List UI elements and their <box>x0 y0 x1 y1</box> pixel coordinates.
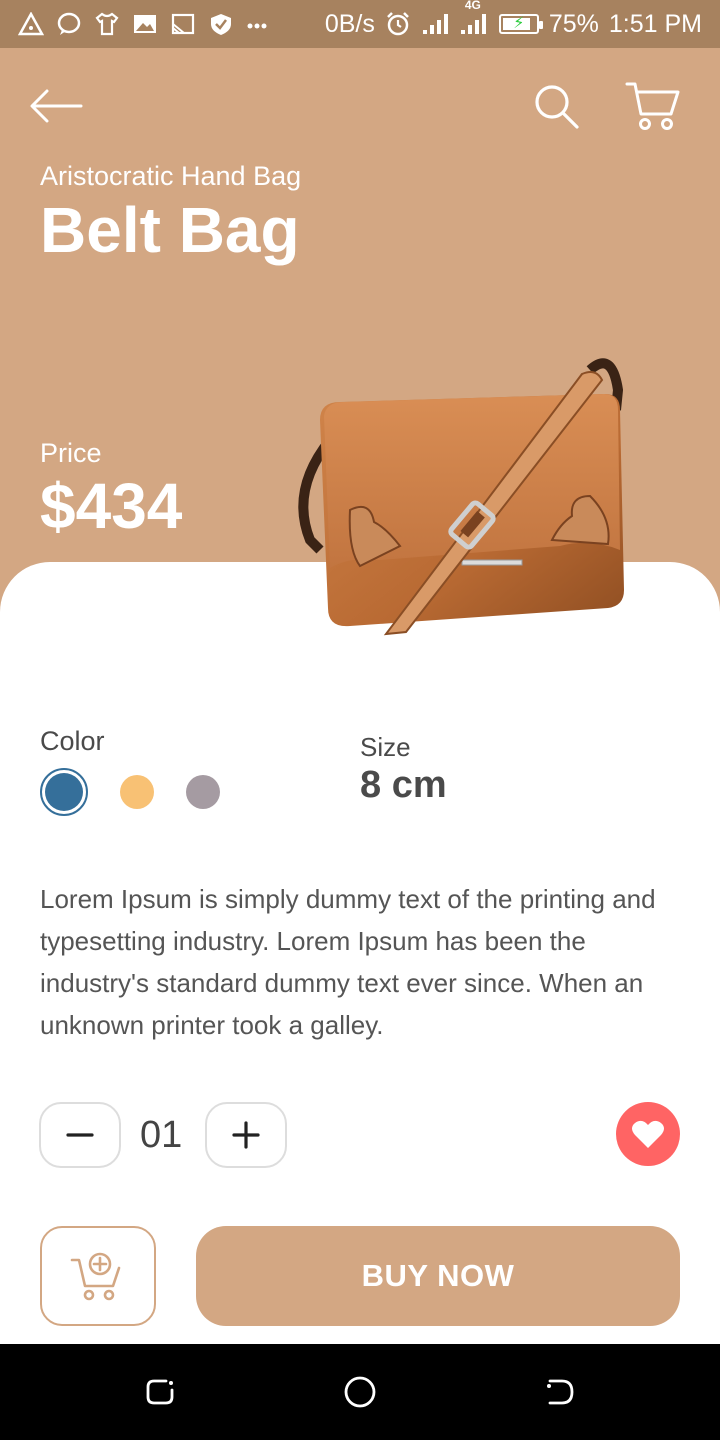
clock: 1:51 PM <box>608 9 702 38</box>
search-icon <box>535 85 579 129</box>
size-label: Size <box>360 732 411 762</box>
back-arrow-icon <box>30 89 83 123</box>
notification-icons <box>18 12 268 36</box>
battery-level: 75% <box>548 9 599 38</box>
alert-triangle-icon <box>18 12 44 36</box>
buy-now-button[interactable]: BUY NOW <box>196 1226 680 1326</box>
recent-apps-icon <box>146 1379 174 1405</box>
tshirt-icon <box>95 12 119 36</box>
home-icon <box>344 1376 376 1408</box>
recent-apps-button[interactable] <box>140 1372 180 1412</box>
product-title: Belt Bag <box>40 194 300 266</box>
minus-icon <box>66 1133 94 1137</box>
size-value: 8 cm <box>360 764 447 806</box>
cart-icon <box>625 82 680 130</box>
home-button[interactable] <box>340 1372 380 1412</box>
favorite-button[interactable] <box>616 1102 680 1166</box>
search-button[interactable] <box>526 76 586 136</box>
leather-bag-image <box>298 358 624 636</box>
product-price: $434 <box>40 470 183 542</box>
back-icon <box>547 1379 574 1405</box>
net-speed: 0B/s <box>324 9 375 38</box>
color-swatch-blue-dot <box>45 773 83 811</box>
cast-icon <box>171 13 195 35</box>
quantity-increase-button[interactable] <box>205 1102 287 1168</box>
system-status: 0B/s 4G ⚡ 75% 1:51 PM <box>324 0 702 39</box>
product-subtitle: Aristocratic Hand Bag <box>40 161 302 191</box>
add-to-cart-button[interactable] <box>40 1226 156 1326</box>
product-description: Lorem Ipsum is simply dummy text of the … <box>40 884 656 1040</box>
back-nav-button[interactable] <box>540 1372 580 1412</box>
color-swatches <box>40 768 220 816</box>
signal-icon <box>422 14 448 34</box>
gallery-icon <box>134 15 156 33</box>
price-label: Price <box>40 438 102 468</box>
alarm-icon <box>386 12 409 36</box>
heart-icon <box>632 1120 664 1148</box>
status-bar: 0B/s 4G ⚡ 75% 1:51 PM <box>0 0 720 48</box>
color-swatch-blue[interactable] <box>40 768 88 816</box>
network-type: 4G <box>464 0 481 12</box>
plus-icon <box>232 1121 260 1149</box>
back-button[interactable] <box>24 78 88 134</box>
quantity-value: 01 <box>140 1114 183 1156</box>
color-swatch-yellow[interactable] <box>120 775 154 809</box>
cart-button[interactable] <box>620 76 686 136</box>
shield-icon <box>211 14 231 35</box>
signal-4g-icon: 4G <box>459 0 489 36</box>
quantity-decrease-button[interactable] <box>39 1102 121 1168</box>
color-swatch-gray[interactable] <box>186 775 220 809</box>
system-nav-bar <box>0 1344 720 1440</box>
cart-add-icon <box>70 1252 121 1301</box>
color-label: Color <box>40 726 105 756</box>
battery-charging-icon: ⚡ <box>498 14 543 34</box>
more-dots-icon <box>247 23 267 29</box>
chat-bubble-icon <box>57 12 81 35</box>
